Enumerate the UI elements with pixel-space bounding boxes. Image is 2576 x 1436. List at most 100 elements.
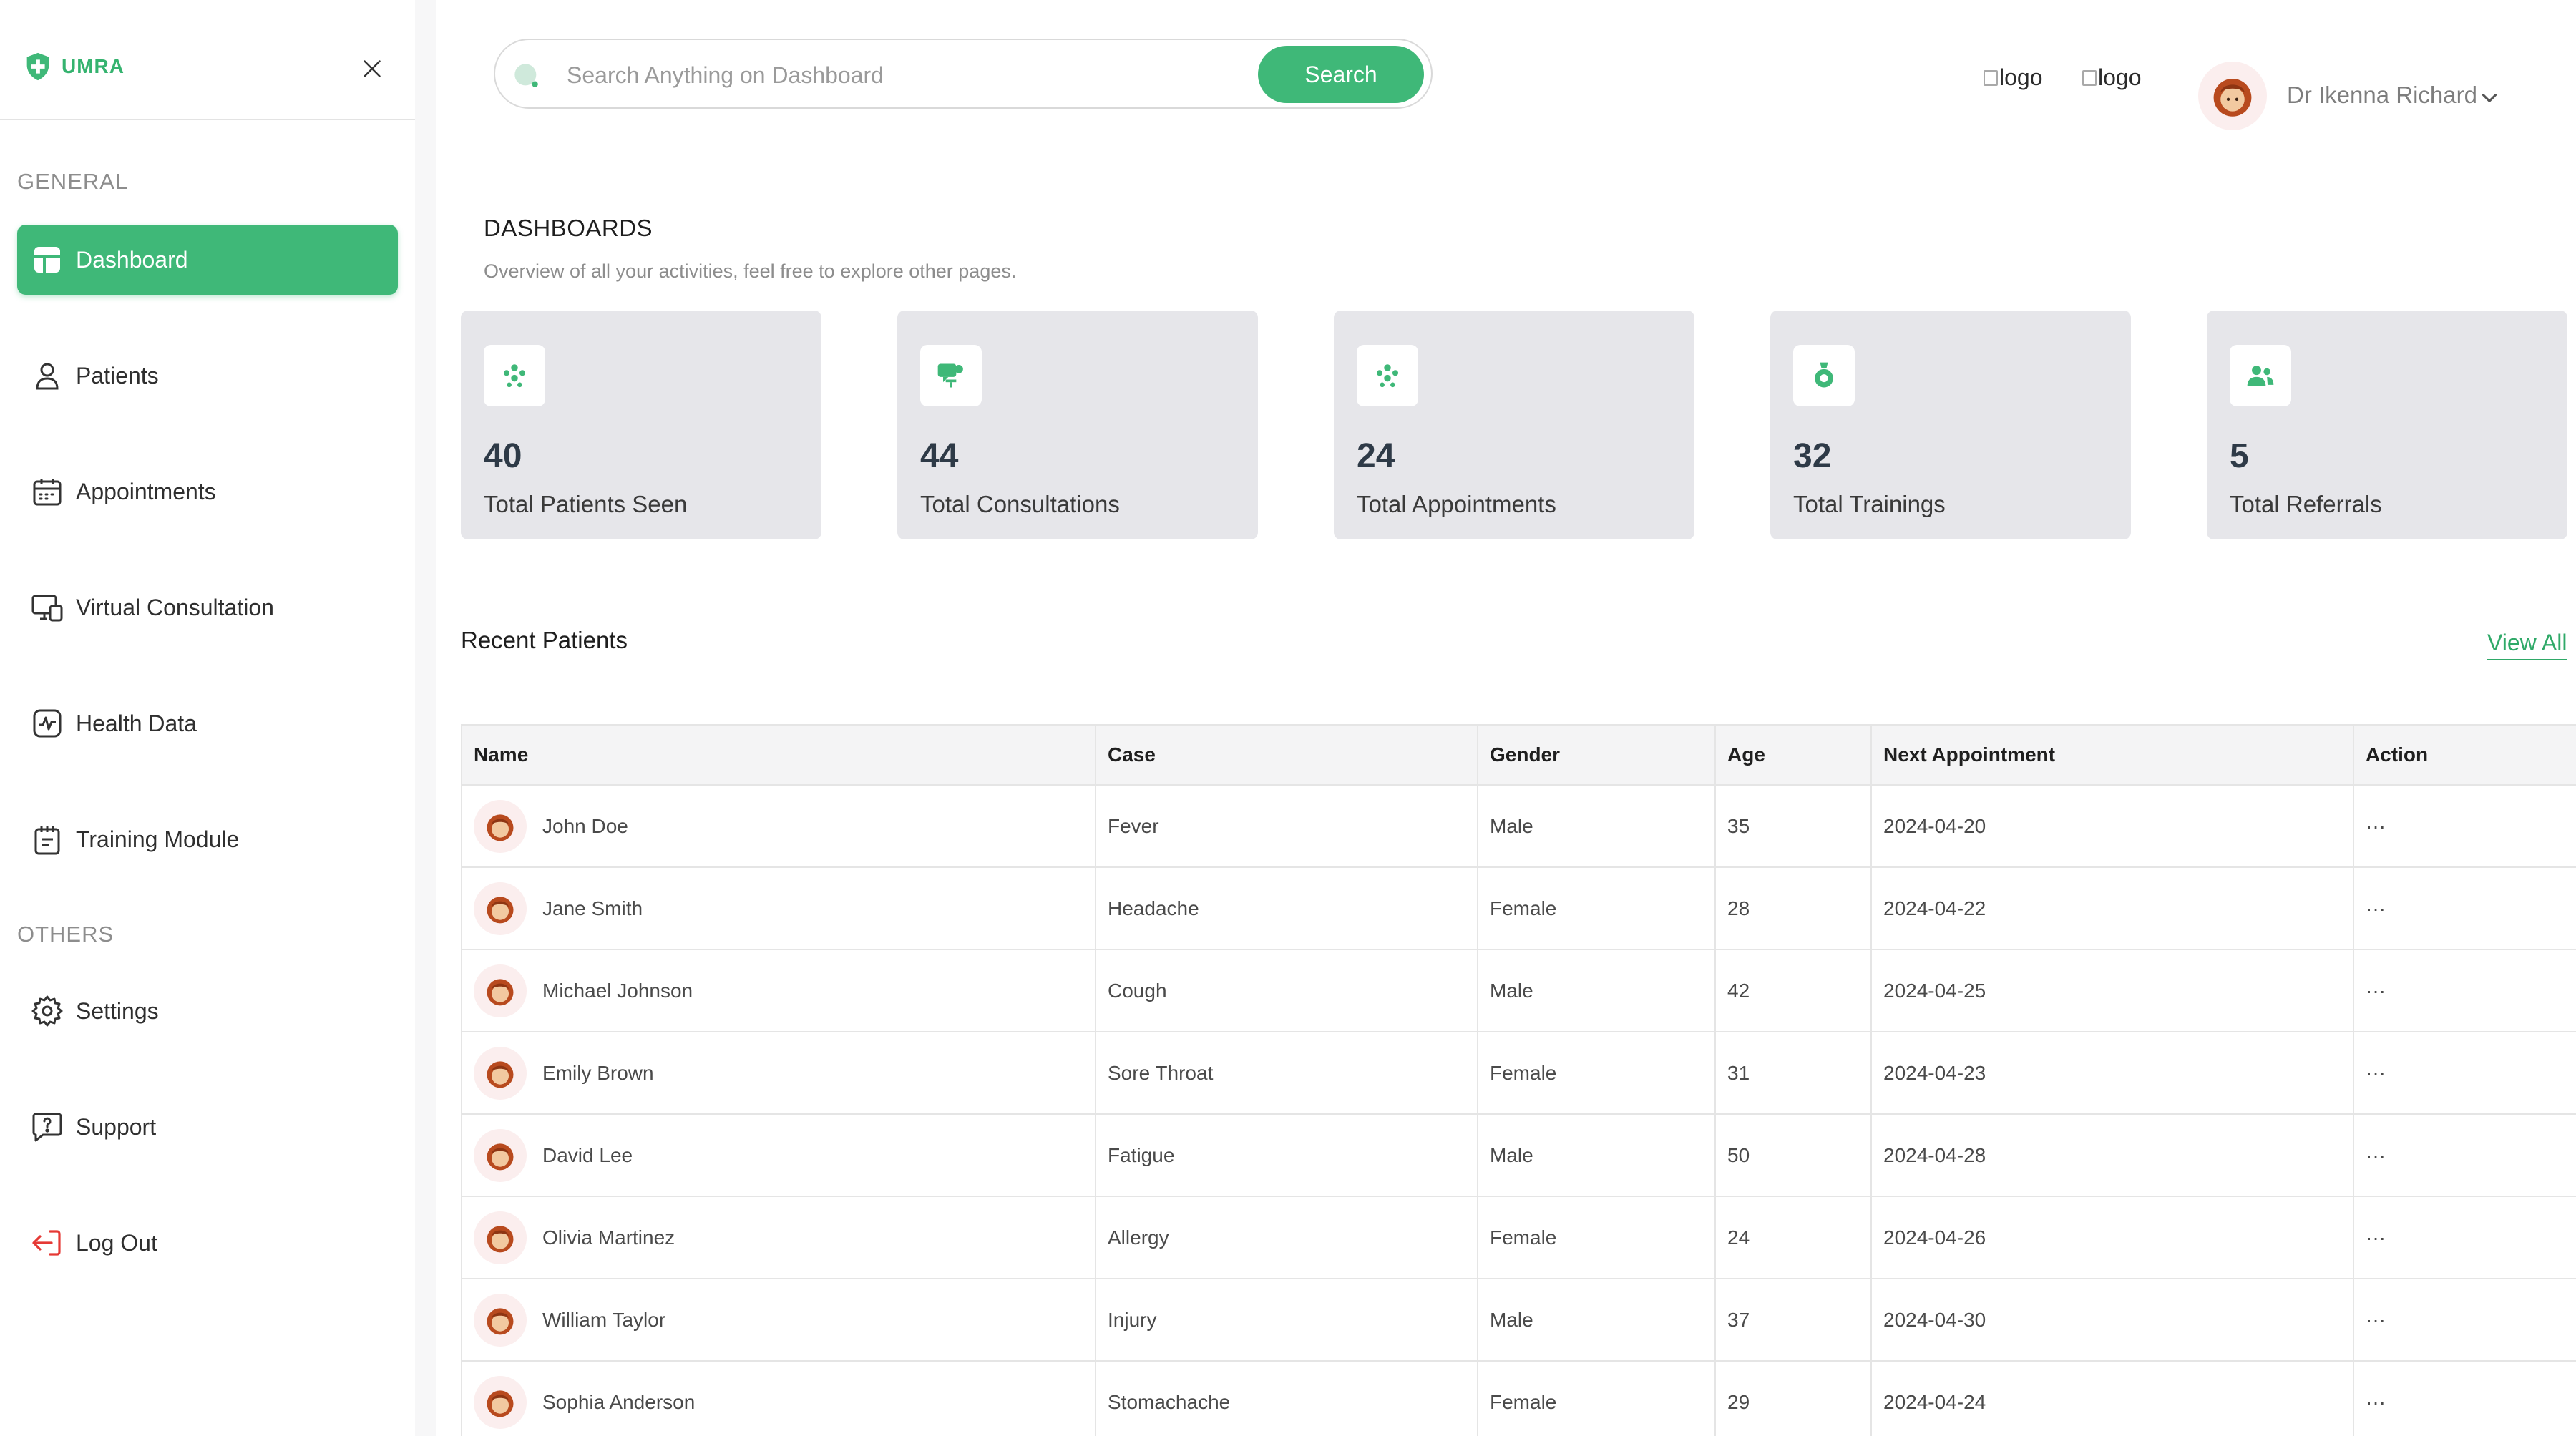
search-input[interactable] [567,57,1025,93]
patient-gender: Male [1477,1113,1716,1197]
broken-image-icon [1984,69,1998,86]
table-row[interactable]: Jane Smith Headache Female 28 2024-04-22… [461,866,2576,950]
row-action-menu[interactable]: ··· [2353,1278,2576,1362]
patient-avatar [474,1211,527,1264]
patient-next-appointment: 2024-04-26 [1870,1196,2354,1279]
search-button[interactable]: Search [1258,46,1424,103]
avatar-face-icon [487,1060,514,1088]
user-name[interactable]: Dr Ikenna Richard [2287,82,2477,109]
close-icon [364,60,381,77]
patient-case: Cough [1095,949,1478,1032]
patient-age: 29 [1714,1360,1872,1436]
table-row[interactable]: Emily Brown Sore Throat Female 31 2024-0… [461,1031,2576,1115]
sidebar-item-label: Health Data [76,710,197,736]
close-sidebar-button[interactable] [359,56,385,82]
page-subtitle: Overview of all your activities, feel fr… [484,260,1017,282]
patient-gender: Male [1477,949,1716,1032]
avatar-face-icon [487,1143,514,1170]
view-all-link[interactable]: View All [2487,630,2567,660]
patient-gender: Female [1477,1360,1716,1436]
patient-avatar [474,964,527,1017]
referral-icon [2247,366,2274,386]
header-logo-2: logo [2082,64,2142,91]
patient-case: Injury [1095,1278,1478,1362]
row-action-menu[interactable]: ··· [2353,949,2576,1032]
table-row[interactable]: David Lee Fatigue Male 50 2024-04-28 ··· [461,1113,2576,1197]
sidebar-item-label: Appointments [76,478,216,504]
section-label-general: GENERAL [17,169,129,194]
table-row[interactable]: William Taylor Injury Male 37 2024-04-30… [461,1278,2576,1362]
table-row[interactable]: Sophia Anderson Stomachache Female 29 20… [461,1360,2576,1436]
row-action-menu[interactable]: ··· [2353,784,2576,868]
chevron-down-icon[interactable] [2477,86,2502,110]
stat-card-consultations[interactable]: 44 Total Consultations [897,311,1258,539]
consultation-icon [937,363,963,388]
stat-icon-box [2230,345,2291,406]
sidebar-item-appointments[interactable]: Appointments [17,456,398,527]
patient-age: 50 [1714,1113,1872,1197]
stat-value: 44 [920,437,959,475]
sidebar-item-support[interactable]: Support [17,1092,398,1162]
column-header-gender[interactable]: Gender [1477,724,1716,786]
sidebar-divider [415,0,436,1436]
sidebar-item-label: Log Out [76,1229,157,1256]
sidebar-item-settings[interactable]: Settings [17,976,398,1046]
row-action-menu[interactable]: ··· [2353,1360,2576,1436]
sidebar-item-logout[interactable]: Log Out [17,1208,398,1278]
row-action-menu[interactable]: ··· [2353,1196,2576,1279]
stat-card-appointments[interactable]: 24 Total Appointments [1334,311,1694,539]
avatar-face-icon [487,978,514,1005]
column-header-name[interactable]: Name [461,724,1096,786]
user-avatar[interactable] [2198,62,2267,130]
patient-gender: Male [1477,1278,1716,1362]
page-title: DASHBOARDS [484,215,653,241]
sidebar-item-training-module[interactable]: Training Module [17,804,398,874]
patient-gender: Female [1477,1031,1716,1115]
stat-label: Total Consultations [920,491,1120,517]
table-row[interactable]: Michael Johnson Cough Male 42 2024-04-25… [461,949,2576,1032]
sidebar-item-label: Dashboard [76,246,188,273]
sidebar-item-label: Patients [76,362,159,389]
avatar-face-icon [487,896,514,923]
help-chat-icon [32,1113,62,1142]
stat-icon-box [1357,345,1418,406]
training-icon [1815,362,1833,388]
calendar-icon [33,479,62,506]
column-header-case[interactable]: Case [1095,724,1478,786]
row-action-menu[interactable]: ··· [2353,1113,2576,1197]
patient-avatar [474,1046,527,1100]
search-bar: Search [494,39,1433,109]
shield-cross-icon [26,52,49,81]
table-row[interactable]: Olivia Martinez Allergy Female 24 2024-0… [461,1196,2576,1279]
patient-avatar [474,799,527,853]
avatar-face-icon [2213,79,2252,117]
row-action-menu[interactable]: ··· [2353,1031,2576,1115]
patient-name: David Lee [542,1143,633,1166]
stat-card-trainings[interactable]: 32 Total Trainings [1770,311,2131,539]
patient-age: 37 [1714,1278,1872,1362]
row-action-menu[interactable]: ··· [2353,866,2576,950]
table-row[interactable]: John Doe Fever Male 35 2024-04-20 ··· [461,784,2576,868]
stat-label: Total Patients Seen [484,491,688,517]
brand-logo[interactable]: UMRA [21,50,125,83]
column-header-age[interactable]: Age [1714,724,1872,786]
table-header-row: Name Case Gender Age Next Appointment Ac… [461,724,2576,786]
stat-card-patients-seen[interactable]: 40 Total Patients Seen [461,311,821,539]
patient-avatar [474,1375,527,1429]
column-header-action[interactable]: Action [2353,724,2576,786]
patient-age: 35 [1714,784,1872,868]
sidebar-item-dashboard[interactable]: Dashboard [17,225,398,295]
patient-name: Jane Smith [542,897,643,919]
column-header-next-appointment[interactable]: Next Appointment [1870,724,2354,786]
stat-icon-box [920,345,982,406]
patient-avatar [474,1128,527,1182]
sidebar-item-patients[interactable]: Patients [17,341,398,411]
stat-value: 5 [2230,437,2249,475]
sidebar-item-health-data[interactable]: Health Data [17,688,398,758]
group-icon [503,364,526,388]
sidebar-item-virtual-consultation[interactable]: Virtual Consultation [17,572,398,643]
stat-card-referrals[interactable]: 5 Total Referrals [2207,311,2567,539]
search-icon [514,64,538,87]
patient-next-appointment: 2024-04-22 [1870,866,2354,950]
patient-name: William Taylor [542,1308,666,1331]
